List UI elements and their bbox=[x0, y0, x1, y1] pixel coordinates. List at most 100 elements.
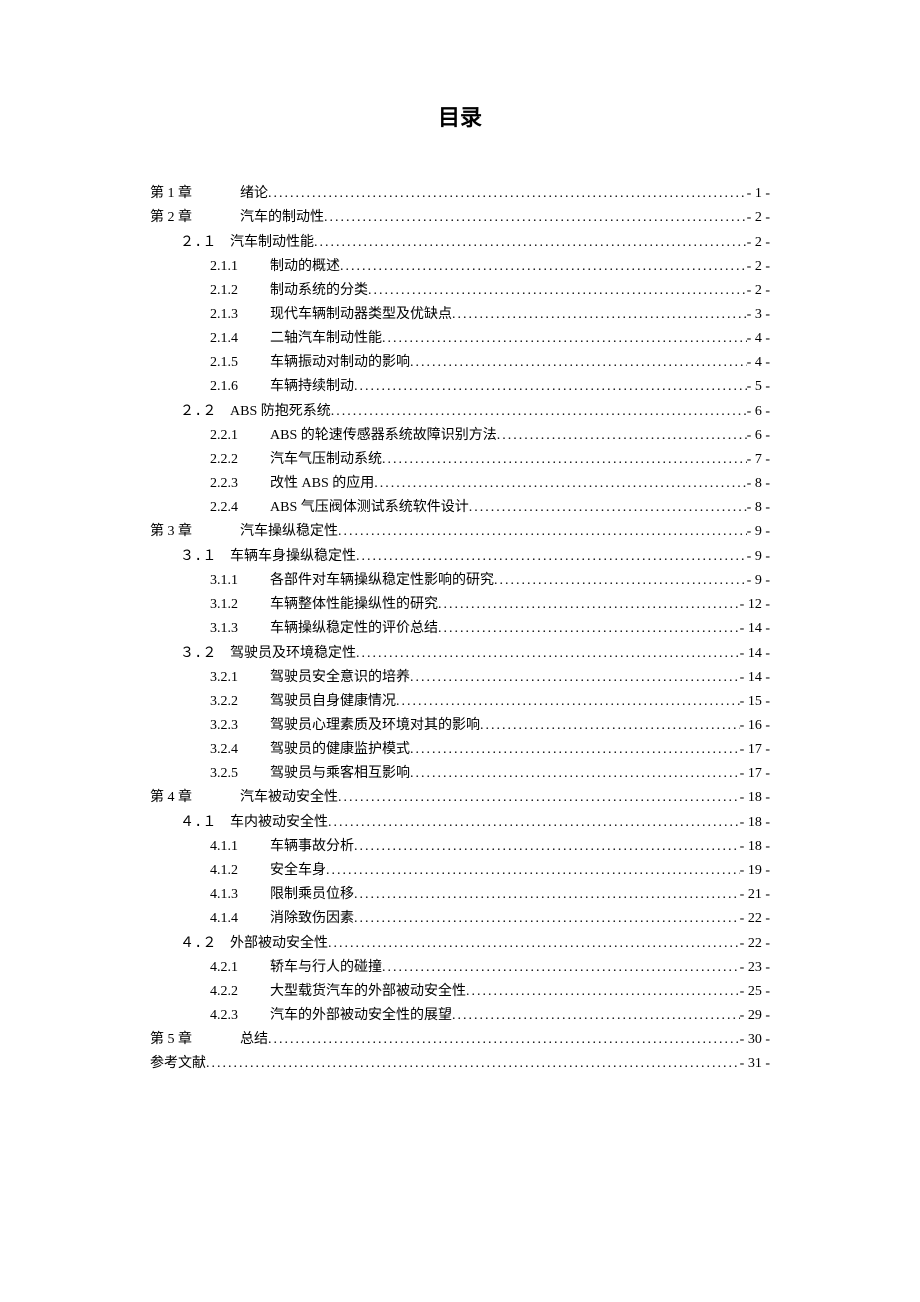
toc-entry-label: 3.2.2 bbox=[210, 690, 270, 714]
toc-entry-label: 2.2.2 bbox=[210, 448, 270, 472]
toc-entry-page: - 18 - bbox=[740, 786, 770, 810]
toc-entry-title: 安全车身 bbox=[270, 859, 326, 883]
toc-dots bbox=[452, 303, 747, 327]
toc-entry: 2.1.2制动系统的分类- 2 - bbox=[150, 279, 770, 303]
toc-entry: 2.1.1制动的概述- 2 - bbox=[150, 255, 770, 279]
toc-entry-title: 汽车操纵稳定性 bbox=[240, 520, 338, 544]
toc-entry-label: 第 1 章 bbox=[150, 182, 220, 206]
toc-dots bbox=[494, 569, 747, 593]
toc-entry-page: - 15 - bbox=[740, 690, 770, 714]
toc-entry-title: 驾驶员的健康监护模式 bbox=[270, 738, 410, 762]
toc-title: 目录 bbox=[150, 100, 770, 132]
toc-entry: ２.２ABS 防抱死系统- 6 - bbox=[150, 399, 770, 424]
toc-entry-title: 汽车被动安全性 bbox=[240, 786, 338, 810]
toc-entry: 4.2.2大型载货汽车的外部被动安全性- 25 - bbox=[150, 980, 770, 1004]
toc-entry-label: 3.1.3 bbox=[210, 617, 270, 641]
toc-entry: 2.2.4ABS 气压阀体测试系统软件设计- 8 - bbox=[150, 496, 770, 520]
toc-entry-title: 制动的概述 bbox=[270, 255, 340, 279]
toc-entry-label: 3.1.2 bbox=[210, 593, 270, 617]
toc-entry-page: - 9 - bbox=[747, 520, 770, 544]
toc-container: 第 1 章绪论- 1 -第 2 章汽车的制动性- 2 -２.１汽车制动性能- 2… bbox=[150, 182, 770, 1076]
toc-entry-title: 改性 ABS 的应用 bbox=[270, 472, 374, 496]
toc-dots bbox=[410, 738, 740, 762]
toc-entry: 2.2.2汽车气压制动系统- 7 - bbox=[150, 448, 770, 472]
toc-entry: ４.２外部被动安全性- 22 - bbox=[150, 931, 770, 956]
toc-entry-title: 驾驶员与乘客相互影响 bbox=[270, 762, 410, 786]
toc-dots bbox=[328, 932, 740, 956]
toc-entry-title: ABS 气压阀体测试系统软件设计 bbox=[270, 496, 469, 520]
toc-entry-page: - 22 - bbox=[740, 907, 770, 931]
toc-entry-title: 消除致伤因素 bbox=[270, 907, 354, 931]
toc-entry-page: - 29 - bbox=[740, 1004, 770, 1028]
toc-entry: 4.2.1轿车与行人的碰撞- 23 - bbox=[150, 956, 770, 980]
toc-dots bbox=[438, 593, 740, 617]
toc-entry-page: - 7 - bbox=[747, 448, 770, 472]
toc-entry-title: 车辆持续制动 bbox=[270, 375, 354, 399]
toc-entry-label: ２.２ bbox=[180, 399, 230, 423]
toc-entry-page: - 19 - bbox=[740, 859, 770, 883]
toc-entry-label: 2.1.6 bbox=[210, 375, 270, 399]
toc-dots bbox=[382, 327, 747, 351]
toc-dots bbox=[314, 231, 747, 255]
toc-entry: ４.１车内被动安全性- 18 - bbox=[150, 810, 770, 835]
toc-dots bbox=[354, 835, 740, 859]
toc-entry-page: - 9 - bbox=[747, 545, 770, 569]
toc-dots bbox=[331, 400, 747, 424]
toc-entry-label: 第 2 章 bbox=[150, 206, 220, 230]
toc-entry-page: - 22 - bbox=[740, 932, 770, 956]
toc-entry-title: 车辆整体性能操纵性的研究 bbox=[270, 593, 438, 617]
toc-entry-label: 2.1.1 bbox=[210, 255, 270, 279]
toc-entry-title: 轿车与行人的碰撞 bbox=[270, 956, 382, 980]
toc-entry: 4.1.4消除致伤因素- 22 - bbox=[150, 907, 770, 931]
toc-entry-title: 汽车的制动性 bbox=[240, 206, 324, 230]
toc-entry-title: 外部被动安全性 bbox=[230, 932, 328, 956]
toc-entry: 3.2.1驾驶员安全意识的培养 - 14 - bbox=[150, 666, 770, 690]
toc-entry-label: 4.2.3 bbox=[210, 1004, 270, 1028]
toc-entry-label: ４.１ bbox=[180, 810, 230, 834]
toc-dots bbox=[497, 424, 747, 448]
toc-dots bbox=[268, 1028, 740, 1052]
toc-entry-page: - 14 - bbox=[740, 617, 770, 641]
toc-entry-page: - 5 - bbox=[747, 375, 770, 399]
toc-entry-title: 大型载货汽车的外部被动安全性 bbox=[270, 980, 466, 1004]
toc-entry-title: 车辆操纵稳定性的评价总结 bbox=[270, 617, 438, 641]
toc-entry-page: - 1 - bbox=[747, 182, 770, 206]
toc-entry-page: - 4 - bbox=[747, 327, 770, 351]
toc-entry: 第 5 章总结- 30 - bbox=[150, 1028, 770, 1052]
toc-entry: 3.2.2驾驶员自身健康情况- 15 - bbox=[150, 690, 770, 714]
toc-entry-label: 第 3 章 bbox=[150, 520, 220, 544]
toc-entry-page: - 14 - bbox=[740, 666, 770, 690]
toc-entry-page: - 30 - bbox=[740, 1028, 770, 1052]
toc-entry-page: - 4 - bbox=[747, 351, 770, 375]
toc-dots bbox=[328, 811, 740, 835]
toc-entry-label: 2.1.3 bbox=[210, 303, 270, 327]
toc-entry: 3.1.1各部件对车辆操纵稳定性影响的研究- 9 - bbox=[150, 569, 770, 593]
toc-entry: 2.2.3改性 ABS 的应用- 8 - bbox=[150, 472, 770, 496]
toc-entry-page: - 18 - bbox=[740, 835, 770, 859]
toc-dots bbox=[374, 472, 746, 496]
toc-entry-title: ABS 的轮速传感器系统故障识别方法 bbox=[270, 424, 497, 448]
toc-entry-page: - 21 - bbox=[740, 883, 770, 907]
toc-entry-label: 2.1.4 bbox=[210, 327, 270, 351]
toc-entry-title: 总结 bbox=[240, 1028, 268, 1052]
toc-dots bbox=[324, 206, 747, 230]
toc-entry: 3.1.2车辆整体性能操纵性的研究- 12 - bbox=[150, 593, 770, 617]
toc-entry: 第 3 章汽车操纵稳定性 - 9 - bbox=[150, 520, 770, 544]
toc-entry: 3.2.5驾驶员与乘客相互影响- 17 - bbox=[150, 762, 770, 786]
toc-entry-title: 车辆事故分析 bbox=[270, 835, 354, 859]
toc-dots bbox=[438, 617, 740, 641]
toc-entry-label: 4.2.1 bbox=[210, 956, 270, 980]
toc-dots bbox=[354, 375, 747, 399]
toc-entry: 2.2.1ABS 的轮速传感器系统故障识别方法- 6 - bbox=[150, 424, 770, 448]
toc-entry-page: - 17 - bbox=[740, 762, 770, 786]
toc-dots bbox=[206, 1052, 740, 1076]
toc-entry-title: 驾驶员心理素质及环境对其的影响 bbox=[270, 714, 480, 738]
toc-entry-page: - 8 - bbox=[747, 472, 770, 496]
toc-entry: 4.2.3汽车的外部被动安全性的展望- 29 - bbox=[150, 1004, 770, 1028]
toc-entry-title: 驾驶员安全意识的培养 bbox=[270, 666, 410, 690]
toc-entry: 2.1.5车辆振动对制动的影响- 4 - bbox=[150, 351, 770, 375]
toc-dots bbox=[410, 351, 747, 375]
toc-entry-label: 3.2.1 bbox=[210, 666, 270, 690]
toc-entry-page: - 16 - bbox=[740, 714, 770, 738]
toc-entry-page: - 2 - bbox=[747, 206, 770, 230]
